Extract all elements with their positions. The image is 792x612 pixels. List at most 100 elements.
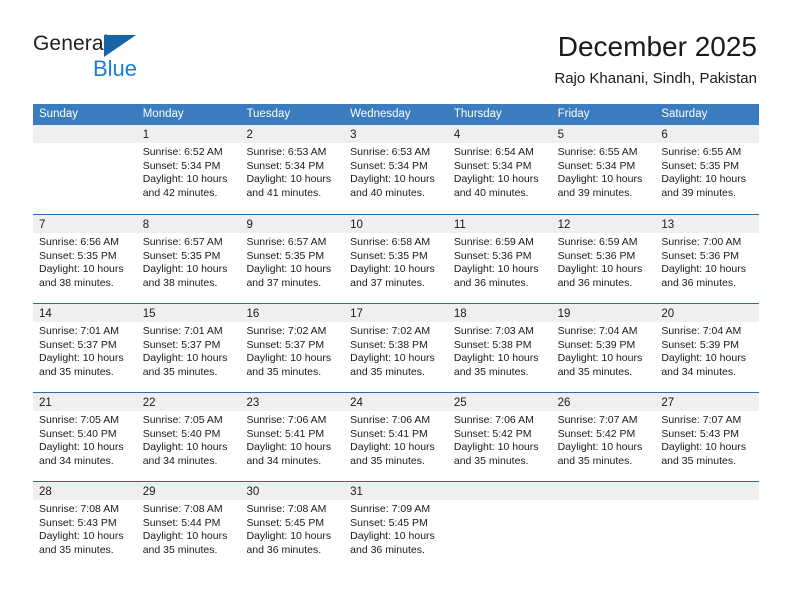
weekday-header-sunday: Sunday [39, 108, 79, 120]
sunset-text: Sunset: 5:39 PM [557, 338, 636, 351]
day-number: 30 [246, 486, 260, 498]
daylight-text-line1: Daylight: 10 hours [661, 173, 746, 186]
sunrise-text: Sunrise: 6:57 AM [246, 236, 327, 248]
day-cell[interactable]: 15 Sunrise: 7:01 AM Sunset: 5:37 PM Dayligh… [136, 304, 241, 392]
day-cell[interactable]: 4 Sunrise: 6:54 AM Sunset: 5:34 PM Daylight… [447, 125, 552, 214]
day-number-band: 20 [655, 304, 760, 322]
day-cell[interactable]: 22 Sunrise: 7:05 AM Sunset: 5:40 PM Dayligh… [136, 393, 241, 481]
sunset-text: Sunset: 5:45 PM [350, 516, 428, 529]
daylight-text-line2: and 38 minutes. [39, 276, 114, 289]
day-cell[interactable]: 16 Sunrise: 7:02 AM Sunset: 5:37 PM Dayligh… [240, 304, 345, 392]
day-details: Sunrise: 6:55 AM Sunset: 5:34 PM Daylight:… [552, 143, 656, 200]
day-number-band: 31 [344, 482, 448, 500]
day-cell[interactable]: 31 Sunrise: 7:09 AM Sunset: 5:45 PM Dayligh… [344, 482, 448, 570]
day-cell[interactable]: 30 Sunrise: 7:08 AM Sunset: 5:45 PM Dayligh… [240, 482, 345, 570]
day-number: 17 [350, 308, 363, 320]
sunrise-text: Sunrise: 6:55 AM [557, 146, 638, 158]
day-number: 21 [39, 397, 52, 409]
day-number: 13 [661, 219, 675, 231]
day-cell[interactable]: 29 Sunrise: 7:08 AM Sunset: 5:44 PM Dayligh… [136, 482, 241, 570]
sunset-text: Sunset: 5:34 PM [557, 159, 636, 172]
weekday-header-tuesday: Tuesday [246, 108, 291, 120]
day-cell[interactable]: 12 Sunrise: 6:59 AM Sunset: 5:36 PM Dayligh… [551, 215, 656, 303]
sunset-text: Sunset: 5:37 PM [246, 338, 325, 351]
day-cell[interactable]: 21 Sunrise: 7:05 AM Sunset: 5:40 PM Dayligh… [33, 393, 137, 481]
sunset-text: Sunset: 5:44 PM [142, 516, 221, 529]
daylight-text-line2: and 35 minutes. [661, 454, 737, 467]
day-details: Sunrise: 7:08 AM Sunset: 5:45 PM Daylight:… [240, 500, 344, 557]
sunset-text: Sunset: 5:40 PM [39, 427, 117, 440]
day-number-band: 22 [136, 393, 241, 411]
day-number-band [655, 482, 760, 500]
day-number: 10 [350, 219, 363, 231]
daylight-text-line2: and 36 minutes. [661, 276, 737, 289]
day-cell[interactable]: 14 Sunrise: 7:01 AM Sunset: 5:37 PM Dayligh… [33, 304, 137, 392]
day-number-band: 23 [240, 393, 345, 411]
day-number: 16 [246, 308, 260, 320]
day-number: 22 [142, 397, 156, 409]
day-cell[interactable]: 23 Sunrise: 7:06 AM Sunset: 5:41 PM Dayligh… [240, 393, 345, 481]
daylight-text-line2: and 35 minutes. [557, 365, 633, 378]
day-cell[interactable]: 18 Sunrise: 7:03 AM Sunset: 5:38 PM Dayligh… [447, 304, 552, 392]
day-number: 3 [350, 129, 357, 141]
day-cell[interactable]: 27 Sunrise: 7:07 AM Sunset: 5:43 PM Dayligh… [655, 393, 760, 481]
calendar-week-row: 7 Sunrise: 6:56 AM Sunset: 5:35 PM Daylight… [33, 214, 760, 303]
logo-text-blue: Blue [93, 56, 138, 81]
sunrise-text: Sunrise: 7:01 AM [142, 325, 223, 337]
daylight-text-line2: and 35 minutes. [350, 365, 425, 378]
day-cell[interactable]: 28 Sunrise: 7:08 AM Sunset: 5:43 PM Dayligh… [33, 482, 137, 570]
day-cell[interactable]: 5 Sunrise: 6:55 AM Sunset: 5:34 PM Daylight… [551, 125, 656, 214]
sunrise-text: Sunrise: 7:04 AM [661, 325, 742, 337]
day-number: 24 [350, 397, 363, 409]
daylight-text-line1: Daylight: 10 hours [350, 352, 435, 365]
day-cell[interactable]: 7 Sunrise: 6:56 AM Sunset: 5:35 PM Daylight… [33, 215, 137, 303]
day-cell[interactable]: 8 Sunrise: 6:57 AM Sunset: 5:35 PM Daylight… [136, 215, 241, 303]
day-number-band: 29 [136, 482, 241, 500]
weekday-header-wednesday: Wednesday [350, 108, 411, 120]
daylight-text-line2: and 35 minutes. [39, 365, 114, 378]
day-cell[interactable]: 20 Sunrise: 7:04 AM Sunset: 5:39 PM Dayligh… [655, 304, 760, 392]
day-cell[interactable]: 13 Sunrise: 7:00 AM Sunset: 5:36 PM Dayligh… [655, 215, 760, 303]
day-details: Sunrise: 7:08 AM Sunset: 5:44 PM Daylight:… [137, 500, 241, 557]
day-cell[interactable]: 11 Sunrise: 6:59 AM Sunset: 5:36 PM Dayligh… [447, 215, 552, 303]
day-number: 26 [557, 397, 571, 409]
day-cell[interactable]: 26 Sunrise: 7:07 AM Sunset: 5:42 PM Dayligh… [551, 393, 656, 481]
daylight-text-line2: and 35 minutes. [557, 454, 633, 467]
calendar-week-row: 28 Sunrise: 7:08 AM Sunset: 5:43 PM Dayligh… [33, 481, 760, 570]
daylight-text-line1: Daylight: 10 hours [453, 352, 539, 365]
day-details: Sunrise: 7:04 AM Sunset: 5:39 PM Daylight:… [655, 322, 759, 379]
day-cell[interactable]: 24 Sunrise: 7:06 AM Sunset: 5:41 PM Dayligh… [344, 393, 448, 481]
day-cell[interactable]: 25 Sunrise: 7:06 AM Sunset: 5:42 PM Dayligh… [447, 393, 552, 481]
day-cell[interactable]: 6 Sunrise: 6:55 AM Sunset: 5:35 PM Daylight… [655, 125, 760, 214]
day-cell[interactable]: 9 Sunrise: 6:57 AM Sunset: 5:35 PM Daylight… [240, 215, 345, 303]
day-cell[interactable]: 19 Sunrise: 7:04 AM Sunset: 5:39 PM Dayligh… [551, 304, 656, 392]
day-cell[interactable]: 10 Sunrise: 6:58 AM Sunset: 5:35 PM Dayligh… [344, 215, 448, 303]
sunset-text: Sunset: 5:42 PM [453, 427, 532, 440]
day-number-band: 17 [344, 304, 448, 322]
daylight-text-line1: Daylight: 10 hours [661, 441, 746, 454]
day-details: Sunrise: 7:02 AM Sunset: 5:37 PM Daylight:… [240, 322, 344, 379]
day-number: 1 [142, 129, 150, 141]
day-cell[interactable]: 1 Sunrise: 6:52 AM Sunset: 5:34 PM Daylight… [136, 125, 241, 214]
day-number: 6 [661, 129, 668, 141]
daylight-text-line1: Daylight: 10 hours [350, 263, 435, 276]
page-subtitle: Rajo Khanani, Sindh, Pakistan [554, 70, 757, 87]
day-details: Sunrise: 7:05 AM Sunset: 5:40 PM Daylight:… [33, 411, 137, 468]
sunrise-text: Sunrise: 6:58 AM [350, 236, 431, 248]
sunset-text: Sunset: 5:36 PM [453, 249, 532, 262]
daylight-text-line2: and 34 minutes. [142, 454, 218, 467]
day-number-band: 10 [344, 215, 448, 233]
sunset-text: Sunset: 5:34 PM [246, 159, 325, 172]
daylight-text-line1: Daylight: 10 hours [350, 173, 435, 186]
sunrise-text: Sunrise: 6:53 AM [246, 146, 327, 158]
day-cell[interactable]: 17 Sunrise: 7:02 AM Sunset: 5:38 PM Dayligh… [344, 304, 448, 392]
generalblue-logo[interactable]: General Blue [33, 32, 213, 88]
day-cell[interactable]: 3 Sunrise: 6:53 AM Sunset: 5:34 PM Daylight… [344, 125, 448, 214]
daylight-text-line1: Daylight: 10 hours [39, 441, 124, 454]
day-number: 14 [39, 308, 52, 320]
day-cell[interactable]: 2 Sunrise: 6:53 AM Sunset: 5:34 PM Daylight… [240, 125, 345, 214]
day-number: 19 [557, 308, 571, 320]
daylight-text-line1: Daylight: 10 hours [246, 263, 332, 276]
day-details: Sunrise: 6:52 AM Sunset: 5:34 PM Daylight:… [137, 143, 241, 200]
day-number-band: 8 [136, 215, 241, 233]
